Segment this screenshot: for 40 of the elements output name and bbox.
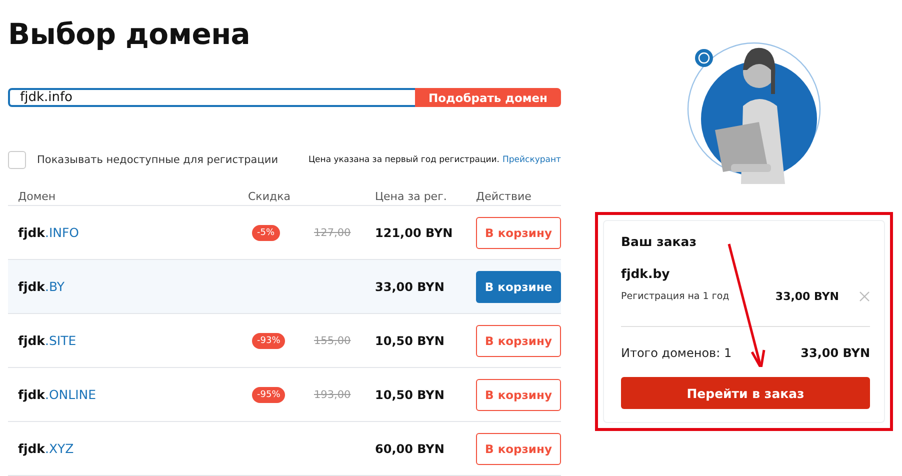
domain-name: fjdk.XYZ (18, 441, 75, 456)
old-price: 193,00 (314, 388, 352, 400)
price: 60,00 BYN (375, 442, 446, 456)
column-header: Действие (476, 190, 532, 202)
domain-name: fjdk.SITE (18, 333, 78, 348)
domain-search-field[interactable]: fjdk.info (8, 88, 415, 107)
domain-name: fjdk.BY (18, 279, 66, 294)
add-to-cart-button[interactable]: В корзину (476, 324, 561, 356)
column-header: Цена за рег. (375, 190, 448, 202)
discount-badge: -5% (252, 224, 280, 240)
registration-term: Регистрация на 1 год (621, 291, 730, 302)
search-domain-button[interactable]: Подобрать домен (415, 88, 561, 107)
old-price: 155,00 (314, 334, 352, 346)
total-label: Итого доменов: 1 (621, 346, 732, 360)
column-header: Скидка (248, 190, 292, 202)
old-price: 127,00 (314, 226, 352, 238)
add-to-cart-button[interactable]: В корзину (476, 378, 561, 410)
domain-name: fjdk.INFO (18, 225, 80, 240)
close-icon[interactable] (859, 291, 870, 302)
order-item-price: 33,00 BYN (775, 290, 839, 303)
checkbox[interactable] (8, 151, 26, 169)
price: 121,00 BYN (375, 226, 454, 240)
discount-badge: -95% (252, 386, 286, 402)
total-price: 33,00 BYN (800, 346, 870, 360)
price: 33,00 BYN (375, 280, 446, 294)
in-cart-button[interactable]: В корзине (476, 270, 561, 302)
add-to-cart-button[interactable]: В корзину (476, 216, 561, 248)
checkout-button[interactable]: Перейти в заказ (621, 377, 870, 409)
order-domain: fjdk.by (621, 266, 671, 281)
checkbox-label: Показывать недоступные для регистрации (37, 154, 278, 166)
price-note: Цена указана за первый год регистрации. (308, 155, 500, 165)
column-header: Домен (18, 190, 57, 202)
page-title: Выбор домена (8, 16, 252, 53)
price: 10,50 BYN (375, 388, 446, 402)
price: 10,50 BYN (375, 334, 446, 348)
discount-badge: -93% (252, 332, 286, 348)
price-list-link[interactable]: Прейскурант (502, 155, 561, 165)
order-title: Ваш заказ (621, 234, 698, 249)
add-to-cart-button[interactable]: В корзину (476, 432, 561, 464)
domain-name: fjdk.ONLINE (18, 387, 98, 402)
